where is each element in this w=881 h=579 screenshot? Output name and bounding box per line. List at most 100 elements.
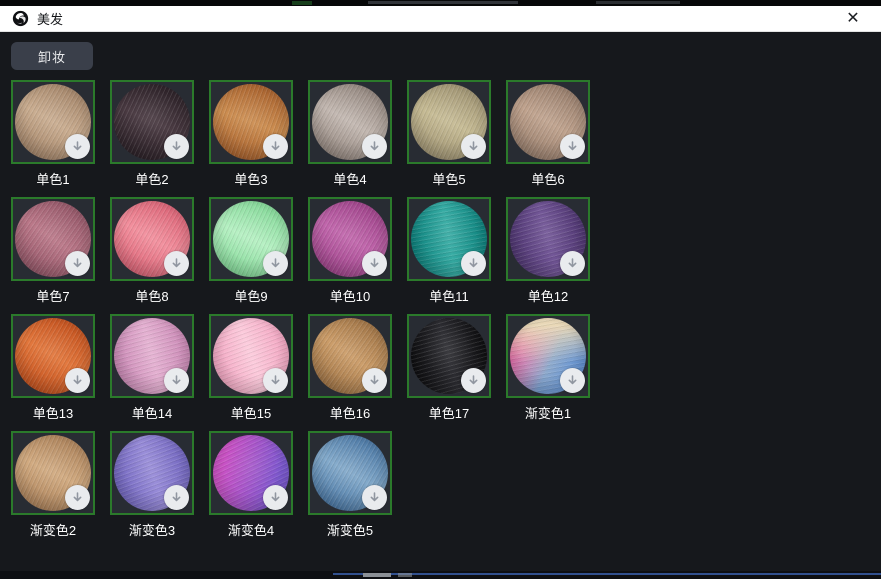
download-arrow-icon[interactable] [164, 251, 189, 276]
hair-color-tile[interactable] [11, 80, 95, 164]
swatch-cell: 单色11 [407, 197, 491, 314]
hair-color-tile[interactable] [407, 80, 491, 164]
swatch-label: 单色6 [506, 169, 590, 185]
swatch-cell: 单色10 [308, 197, 392, 314]
swatch-cell: 渐变色5 [308, 431, 392, 548]
background-remnant [292, 1, 312, 5]
swatch-label: 单色5 [407, 169, 491, 185]
dialog-title: 美发 [37, 9, 63, 28]
download-arrow-icon[interactable] [65, 134, 90, 159]
hair-color-tile[interactable] [209, 431, 293, 515]
download-arrow-icon[interactable] [560, 134, 585, 159]
dialog-body: 卸妆 单色1单色2单色3单色4单色5单色6单色7单色8单色9单色10单色11单色… [0, 32, 881, 571]
swatch-label: 单色2 [110, 169, 194, 185]
hair-color-tile[interactable] [407, 197, 491, 281]
close-button[interactable]: ✕ [839, 7, 867, 31]
download-arrow-icon[interactable] [263, 134, 288, 159]
swatch-label: 单色17 [407, 403, 491, 419]
hair-color-tile[interactable] [506, 314, 590, 398]
background-remnant [368, 1, 518, 4]
swatch-cell: 单色5 [407, 80, 491, 197]
hair-color-tile[interactable] [11, 431, 95, 515]
download-arrow-icon[interactable] [65, 485, 90, 510]
swatch-label: 单色12 [506, 286, 590, 302]
swatch-label: 单色13 [11, 403, 95, 419]
download-arrow-icon[interactable] [263, 251, 288, 276]
download-arrow-icon[interactable] [461, 251, 486, 276]
swatch-cell: 单色15 [209, 314, 293, 431]
swatch-row: 单色13 单色14 单色15 单色16 单色17 渐变色1 [11, 314, 590, 431]
remove-makeup-button[interactable]: 卸妆 [11, 42, 93, 70]
swatch-label: 单色10 [308, 286, 392, 302]
swatch-cell: 单色16 [308, 314, 392, 431]
download-arrow-icon[interactable] [164, 485, 189, 510]
swatch-cell: 渐变色2 [11, 431, 95, 548]
swatch-cell: 单色1 [11, 80, 95, 197]
download-arrow-icon[interactable] [461, 368, 486, 393]
hair-color-tile[interactable] [308, 314, 392, 398]
swatch-cell: 单色8 [110, 197, 194, 314]
download-arrow-icon[interactable] [461, 134, 486, 159]
hair-color-grid: 单色1单色2单色3单色4单色5单色6单色7单色8单色9单色10单色11单色12单… [11, 80, 590, 548]
download-arrow-icon[interactable] [362, 485, 387, 510]
swatch-cell: 单色2 [110, 80, 194, 197]
swatch-cell: 单色9 [209, 197, 293, 314]
swatch-cell: 单色12 [506, 197, 590, 314]
hair-color-tile[interactable] [110, 431, 194, 515]
hair-color-tile[interactable] [506, 197, 590, 281]
swatch-cell: 单色13 [11, 314, 95, 431]
swatch-cell: 单色17 [407, 314, 491, 431]
swatch-label: 单色9 [209, 286, 293, 302]
download-arrow-icon[interactable] [65, 251, 90, 276]
background-remnant [333, 573, 881, 575]
swatch-cell: 单色7 [11, 197, 95, 314]
background-remnant [398, 573, 412, 577]
swatch-label: 单色15 [209, 403, 293, 419]
swatch-row: 渐变色2 渐变色3 渐变色4 渐变色5 [11, 431, 590, 548]
swatch-label: 单色8 [110, 286, 194, 302]
screen: 美发 ✕ 卸妆 单色1单色2单色3单色4单色5单色6单色7单色8单色9单色10单… [0, 0, 881, 579]
swatch-cell: 渐变色1 [506, 314, 590, 431]
swatch-row: 单色1 单色2 单色3 单色4 单色5 单色6 [11, 80, 590, 197]
hair-color-tile[interactable] [110, 197, 194, 281]
swatch-label: 渐变色3 [110, 520, 194, 536]
obs-logo-icon [12, 10, 29, 27]
dialog-titlebar: 美发 ✕ [0, 6, 881, 32]
download-arrow-icon[interactable] [362, 251, 387, 276]
hair-color-tile[interactable] [506, 80, 590, 164]
hair-color-tile[interactable] [308, 431, 392, 515]
hair-color-tile[interactable] [407, 314, 491, 398]
hair-color-tile[interactable] [110, 314, 194, 398]
swatch-label: 渐变色4 [209, 520, 293, 536]
swatch-label: 单色11 [407, 286, 491, 302]
download-arrow-icon[interactable] [263, 368, 288, 393]
download-arrow-icon[interactable] [560, 251, 585, 276]
swatch-cell: 渐变色3 [110, 431, 194, 548]
swatch-cell: 单色14 [110, 314, 194, 431]
swatch-label: 渐变色5 [308, 520, 392, 536]
swatch-label: 渐变色1 [506, 403, 590, 419]
hair-color-tile[interactable] [308, 80, 392, 164]
download-arrow-icon[interactable] [362, 368, 387, 393]
download-arrow-icon[interactable] [164, 368, 189, 393]
download-arrow-icon[interactable] [65, 368, 90, 393]
swatch-label: 单色1 [11, 169, 95, 185]
swatch-cell: 单色3 [209, 80, 293, 197]
hair-color-tile[interactable] [11, 197, 95, 281]
swatch-row: 单色7 单色8 单色9 单色10 单色11 单色12 [11, 197, 590, 314]
swatch-label: 单色4 [308, 169, 392, 185]
hair-color-tile[interactable] [209, 80, 293, 164]
hair-color-tile[interactable] [209, 197, 293, 281]
hair-color-tile[interactable] [209, 314, 293, 398]
download-arrow-icon[interactable] [263, 485, 288, 510]
download-arrow-icon[interactable] [560, 368, 585, 393]
swatch-cell: 单色6 [506, 80, 590, 197]
download-arrow-icon[interactable] [362, 134, 387, 159]
hair-color-tile[interactable] [110, 80, 194, 164]
swatch-label: 渐变色2 [11, 520, 95, 536]
hair-color-tile[interactable] [308, 197, 392, 281]
swatch-label: 单色14 [110, 403, 194, 419]
hair-color-tile[interactable] [11, 314, 95, 398]
background-app-bottom-strip [0, 571, 881, 579]
download-arrow-icon[interactable] [164, 134, 189, 159]
